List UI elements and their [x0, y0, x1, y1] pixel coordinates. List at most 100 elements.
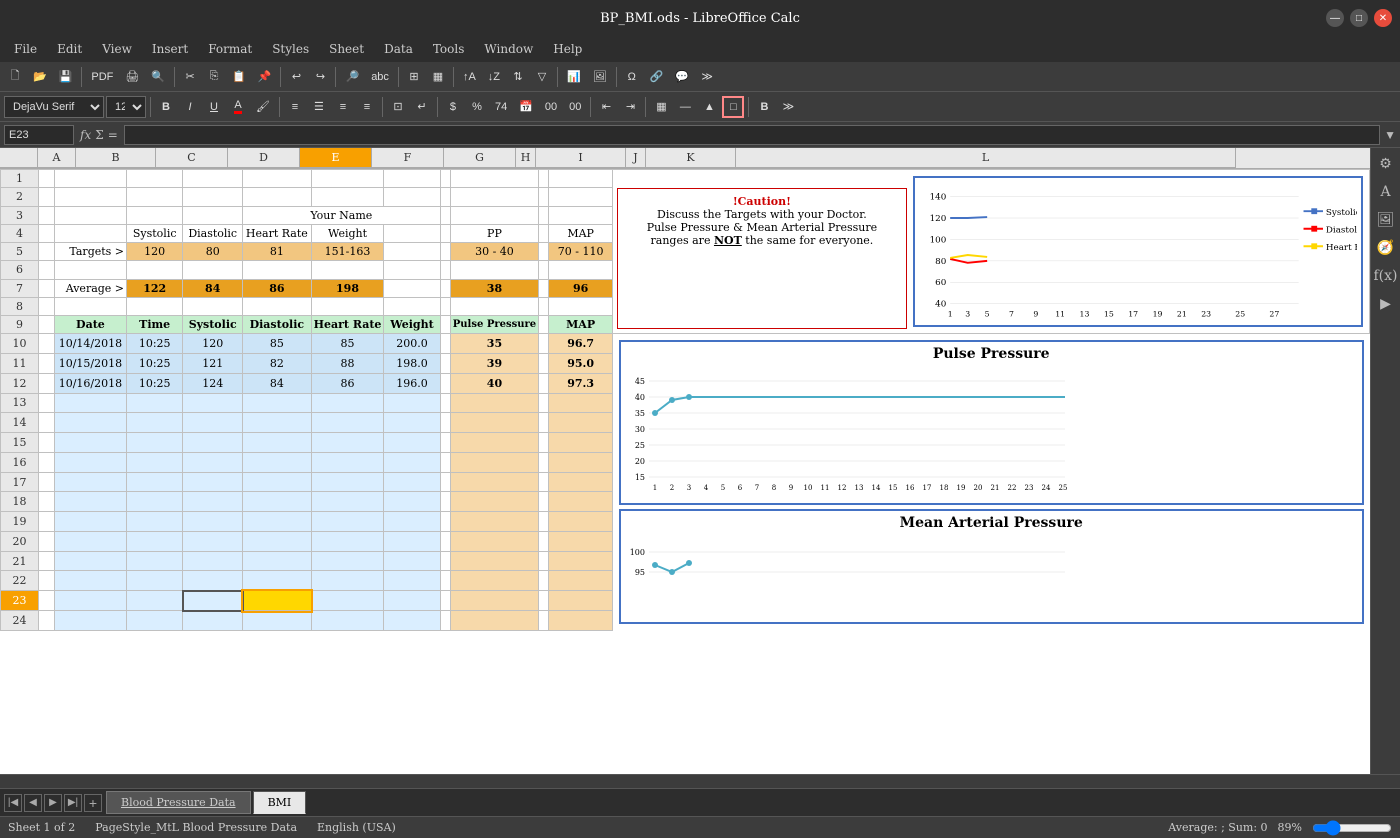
cell-E1[interactable]	[243, 170, 312, 188]
cell-E3[interactable]: Your Name	[243, 206, 441, 224]
cell-B8[interactable]	[54, 297, 126, 315]
cell-J23[interactable]	[539, 591, 549, 611]
cell-J8[interactable]	[539, 297, 549, 315]
bg-color-button[interactable]: ▲	[698, 96, 720, 118]
cell-K4-map[interactable]: MAP	[549, 224, 613, 242]
cell-H2[interactable]	[440, 188, 450, 206]
cell-E11-dia[interactable]: 82	[243, 354, 312, 374]
cell-I9-pp-hdr[interactable]: Pulse Pressure	[450, 316, 539, 334]
cell-B12-date[interactable]: 10/16/2018	[54, 373, 126, 393]
menu-item-tools[interactable]: Tools	[423, 40, 475, 58]
insert-table-button[interactable]: ⊞	[403, 66, 425, 88]
col-header-F[interactable]: F	[372, 148, 444, 168]
col-header-I[interactable]: I	[536, 148, 626, 168]
formula-input[interactable]	[124, 125, 1380, 145]
cell-C12-time[interactable]: 10:25	[127, 373, 183, 393]
cut-button[interactable]: ✂	[179, 66, 201, 88]
cell-K2[interactable]	[549, 188, 613, 206]
cell-D5-dia-target[interactable]: 80	[183, 243, 243, 261]
cell-L10[interactable]: Pulse Pressure 45 40 35 30 25 20 15	[612, 334, 1369, 631]
cell-A23[interactable]	[39, 591, 55, 611]
cell-C5-sys-target[interactable]: 120	[127, 243, 183, 261]
cell-B4[interactable]	[54, 224, 126, 242]
cell-F5-wt-target[interactable]: 151-163	[311, 243, 384, 261]
cell-A7[interactable]	[39, 279, 55, 297]
cell-K10-map[interactable]: 96.7	[549, 334, 613, 354]
cell-reference-input[interactable]	[4, 125, 74, 145]
cell-A2[interactable]	[39, 188, 55, 206]
redo-button[interactable]: ↪	[309, 66, 331, 88]
sort-desc-button[interactable]: ↓Z	[483, 66, 505, 88]
cell-A3[interactable]	[39, 206, 55, 224]
add-sheet-button[interactable]: +	[84, 794, 102, 812]
date-format-button[interactable]: 📅	[514, 96, 538, 118]
cell-A1[interactable]	[39, 170, 55, 188]
cell-I10-pp[interactable]: 35	[450, 334, 539, 354]
more-button[interactable]: ≫	[696, 66, 718, 88]
cell-J7[interactable]	[539, 279, 549, 297]
prev-sheet-button[interactable]: ◀	[24, 794, 42, 812]
cell-F12-hr[interactable]: 86	[311, 373, 384, 393]
cell-C3[interactable]	[127, 206, 183, 224]
cell-B11-date[interactable]: 10/15/2018	[54, 354, 126, 374]
new-button[interactable]: 🗋	[4, 66, 26, 88]
cell-I11-pp[interactable]: 39	[450, 354, 539, 374]
cell-H23[interactable]	[440, 591, 450, 611]
undo-button[interactable]: ↩	[285, 66, 307, 88]
cell-K6[interactable]	[549, 261, 613, 279]
cell-G4[interactable]	[384, 224, 440, 242]
collapse-sidebar-icon[interactable]: ▶	[1374, 292, 1398, 316]
sort-asc-button[interactable]: ↑A	[458, 66, 481, 88]
col-header-A[interactable]: A	[38, 148, 76, 168]
cell-H12[interactable]	[440, 373, 450, 393]
cell-I8[interactable]	[450, 297, 539, 315]
cell-D11-sys[interactable]: 121	[183, 354, 243, 374]
col-header-D[interactable]: D	[228, 148, 300, 168]
print-button[interactable]: 🖨	[120, 66, 144, 88]
cell-G12-wt[interactable]: 196.0	[384, 373, 440, 393]
col-header-G[interactable]: G	[444, 148, 516, 168]
col-header-J[interactable]: J	[626, 148, 646, 168]
cell-H6[interactable]	[440, 261, 450, 279]
cell-I23[interactable]	[450, 591, 539, 611]
cell-F2[interactable]	[311, 188, 384, 206]
underline-button[interactable]: U	[203, 96, 225, 118]
styles-icon[interactable]: A	[1374, 180, 1398, 204]
cell-H1[interactable]	[440, 170, 450, 188]
cell-C8[interactable]	[127, 297, 183, 315]
indent-less-button[interactable]: ⇤	[595, 96, 617, 118]
cell-E2[interactable]	[243, 188, 312, 206]
pdf-button[interactable]: PDF	[86, 66, 118, 88]
cell-I7-pp-avg[interactable]: 38	[450, 279, 539, 297]
menu-item-edit[interactable]: Edit	[47, 40, 92, 58]
cell-A4[interactable]	[39, 224, 55, 242]
cell-L1[interactable]: !Caution! Discuss the Targets with your …	[612, 170, 1369, 334]
cell-G23[interactable]	[384, 591, 440, 611]
first-sheet-button[interactable]: |◀	[4, 794, 22, 812]
font-name-select[interactable]: DejaVu Serif	[4, 96, 104, 118]
cell-I2[interactable]	[450, 188, 539, 206]
zoom-slider[interactable]	[1312, 822, 1392, 834]
cell-B1[interactable]	[54, 170, 126, 188]
cell-G5[interactable]	[384, 243, 440, 261]
cell-H9[interactable]	[440, 316, 450, 334]
cell-I4-pp[interactable]: PP	[450, 224, 539, 242]
cell-B3[interactable]	[54, 206, 126, 224]
cell-F9-hr-hdr[interactable]: Heart Rate	[311, 316, 384, 334]
cell-G1[interactable]	[384, 170, 440, 188]
cell-H5[interactable]	[440, 243, 450, 261]
percent-button[interactable]: %	[466, 96, 488, 118]
col-header-C[interactable]: C	[156, 148, 228, 168]
cell-H3[interactable]	[440, 206, 450, 224]
cell-F11-hr[interactable]: 88	[311, 354, 384, 374]
cell-B6[interactable]	[54, 261, 126, 279]
cell-C4-systolic[interactable]: Systolic	[127, 224, 183, 242]
inc-dec-button[interactable]: 00	[564, 96, 586, 118]
menu-item-styles[interactable]: Styles	[262, 40, 319, 58]
menu-item-view[interactable]: View	[92, 40, 142, 58]
cell-D2[interactable]	[183, 188, 243, 206]
cell-E4-heartrate[interactable]: Heart Rate	[243, 224, 312, 242]
cell-K7-map-avg[interactable]: 96	[549, 279, 613, 297]
cell-J12[interactable]	[539, 373, 549, 393]
sheet-tab-blood-pressure[interactable]: Blood Pressure Data	[106, 791, 251, 814]
